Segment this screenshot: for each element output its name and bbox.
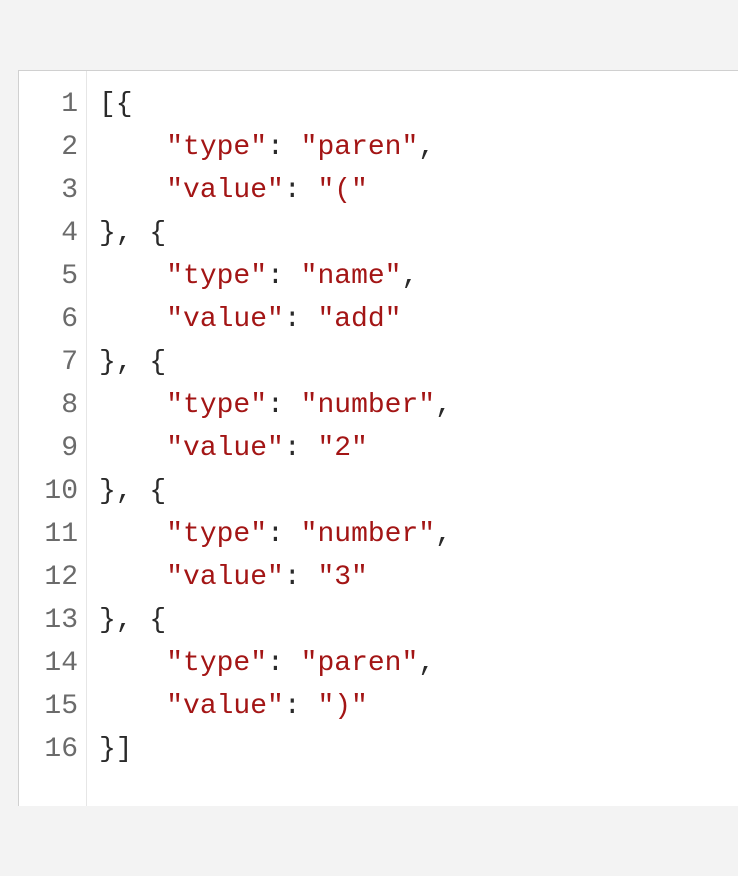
token-punct: , [418,132,435,163]
line-number: 11 [31,513,78,556]
token-punct: , [435,519,452,550]
line-number: 14 [31,642,78,685]
token-key: "value" [166,304,284,335]
code-editor[interactable]: 12345678910111213141516 [{ "type": "pare… [18,70,738,806]
token-key: "value" [166,433,284,464]
indent [99,390,166,421]
token-punct: }, { [99,605,166,636]
line-number: 8 [31,384,78,427]
code-line[interactable]: "type": "paren", [99,642,728,685]
code-line[interactable]: }, { [99,470,728,513]
token-colon: : [284,175,318,206]
line-number: 10 [31,470,78,513]
code-line[interactable]: "value": ")" [99,685,728,728]
indent [99,648,166,679]
indent [99,175,166,206]
token-key: "type" [166,519,267,550]
token-colon: : [284,691,318,722]
code-line[interactable]: "value": "2" [99,427,728,470]
line-number: 5 [31,255,78,298]
code-line[interactable]: }, { [99,341,728,384]
token-punct: }, { [99,476,166,507]
code-line[interactable]: }, { [99,599,728,642]
token-string: "number" [301,519,435,550]
code-line[interactable]: }, { [99,212,728,255]
token-key: "type" [166,648,267,679]
token-colon: : [267,648,301,679]
code-line[interactable]: "type": "paren", [99,126,728,169]
line-number: 3 [31,169,78,212]
code-line[interactable]: "value": "add" [99,298,728,341]
line-number: 2 [31,126,78,169]
token-colon: : [267,261,301,292]
token-key: "type" [166,261,267,292]
token-key: "value" [166,175,284,206]
indent [99,132,166,163]
token-string: "2" [317,433,367,464]
token-string: "paren" [301,648,419,679]
line-number: 1 [31,83,78,126]
token-punct: , [418,648,435,679]
line-number: 7 [31,341,78,384]
token-punct: , [401,261,418,292]
token-string: "(" [317,175,367,206]
token-string: ")" [317,691,367,722]
token-key: "type" [166,132,267,163]
token-punct: , [435,390,452,421]
line-number-gutter: 12345678910111213141516 [19,71,87,806]
indent [99,519,166,550]
line-number: 13 [31,599,78,642]
code-line[interactable]: "type": "name", [99,255,728,298]
code-line[interactable]: "type": "number", [99,513,728,556]
code-line[interactable]: "type": "number", [99,384,728,427]
line-number: 15 [31,685,78,728]
line-number: 4 [31,212,78,255]
line-number: 6 [31,298,78,341]
token-punct: }, { [99,218,166,249]
token-colon: : [267,390,301,421]
token-string: "number" [301,390,435,421]
token-key: "value" [166,691,284,722]
token-colon: : [267,132,301,163]
token-string: "paren" [301,132,419,163]
token-key: "type" [166,390,267,421]
token-string: "3" [317,562,367,593]
token-string: "add" [317,304,401,335]
line-number: 9 [31,427,78,470]
token-colon: : [284,433,318,464]
token-colon: : [267,519,301,550]
token-key: "value" [166,562,284,593]
line-number: 12 [31,556,78,599]
indent [99,261,166,292]
indent [99,433,166,464]
code-line[interactable]: "value": "(" [99,169,728,212]
code-content[interactable]: [{ "type": "paren", "value": "(" }, { "ty… [87,71,738,806]
code-line[interactable]: }] [99,728,728,771]
code-line[interactable]: "value": "3" [99,556,728,599]
token-punct: }] [99,734,133,765]
token-string: "name" [301,261,402,292]
token-punct: [{ [99,89,133,120]
token-punct: }, { [99,347,166,378]
token-colon: : [284,562,318,593]
indent [99,691,166,722]
indent [99,304,166,335]
token-colon: : [284,304,318,335]
indent [99,562,166,593]
code-line[interactable]: [{ [99,83,728,126]
line-number: 16 [31,728,78,771]
